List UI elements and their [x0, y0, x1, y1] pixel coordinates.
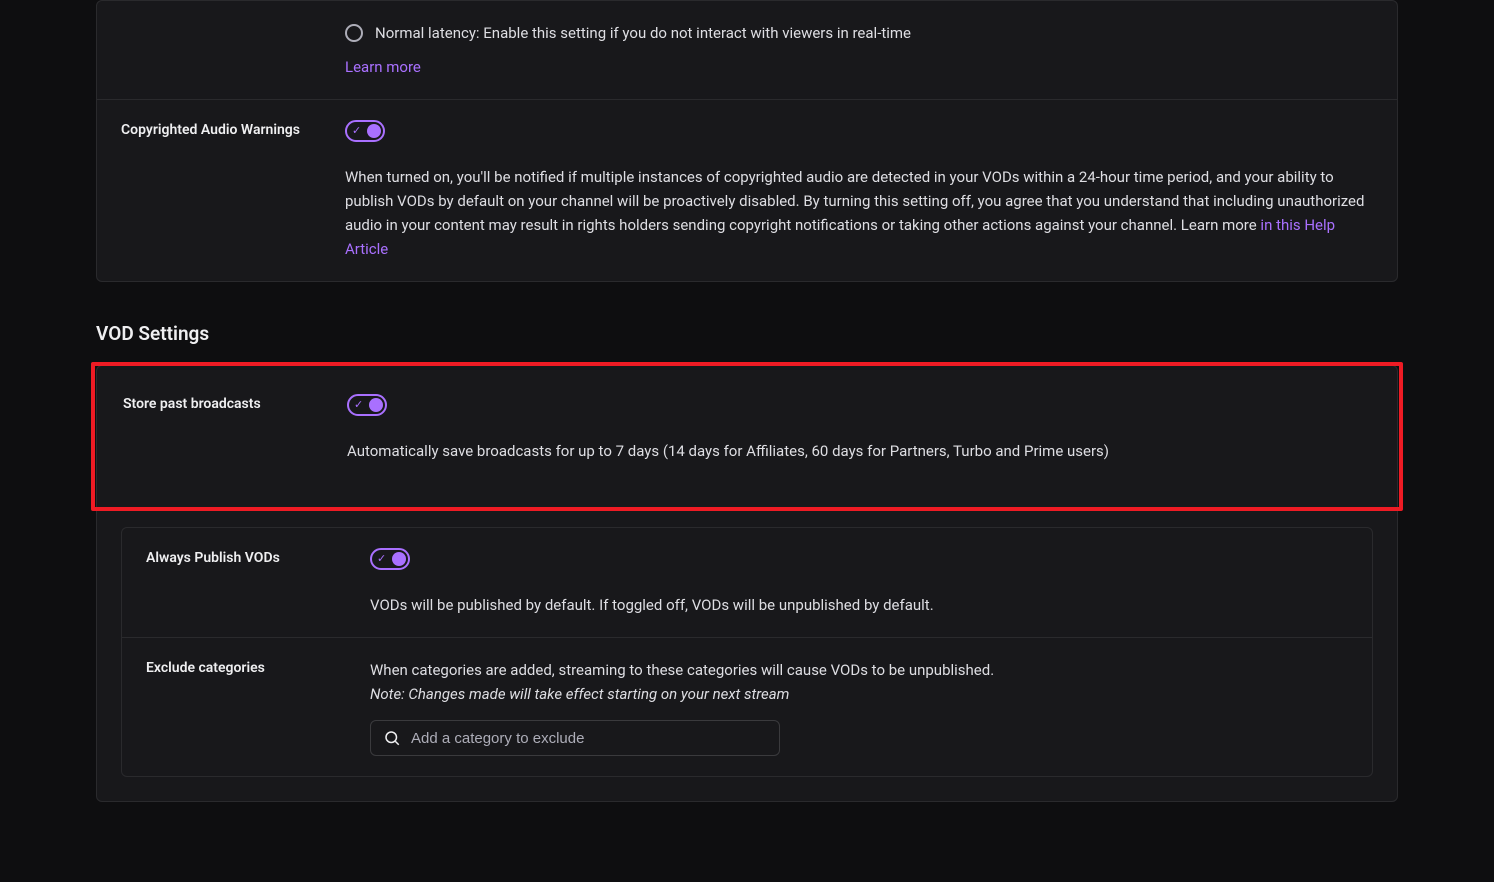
vod-settings-panel: Store past broadcasts ✓ Automatically sa…	[96, 365, 1398, 802]
normal-latency-label: Normal latency: Enable this setting if y…	[375, 21, 911, 45]
exclude-categories-note: Note: Changes made will take effect star…	[370, 682, 1348, 706]
store-past-broadcasts-row: Store past broadcasts ✓ Automatically sa…	[95, 366, 1399, 507]
always-publish-title: Always Publish VODs	[146, 548, 346, 617]
store-past-broadcasts-toggle[interactable]: ✓	[347, 394, 387, 416]
check-icon: ✓	[352, 124, 361, 138]
vod-inner-panel: Always Publish VODs ✓ VODs will be publi…	[121, 527, 1373, 777]
stream-settings-panel: Normal latency: Enable this setting if y…	[96, 0, 1398, 282]
store-past-broadcasts-highlight: Store past broadcasts ✓ Automatically sa…	[91, 362, 1403, 511]
always-publish-toggle[interactable]: ✓	[370, 548, 410, 570]
radio-unchecked-icon	[345, 24, 363, 42]
store-past-broadcasts-description: Automatically save broadcasts for up to …	[347, 439, 1371, 463]
vod-settings-heading: VOD Settings	[96, 322, 1398, 345]
latency-content: Normal latency: Enable this setting if y…	[345, 21, 1373, 79]
learn-more-link[interactable]: Learn more	[345, 58, 421, 76]
always-publish-content: ✓ VODs will be published by default. If …	[370, 548, 1348, 617]
copyright-audio-title: Copyrighted Audio Warnings	[121, 120, 321, 261]
copyright-audio-toggle[interactable]: ✓	[345, 120, 385, 142]
copyright-audio-row: Copyrighted Audio Warnings ✓ When turned…	[97, 100, 1397, 281]
latency-label-spacer	[121, 21, 321, 79]
check-icon: ✓	[377, 552, 386, 566]
store-past-broadcasts-title: Store past broadcasts	[123, 394, 323, 463]
exclude-category-input-wrap[interactable]	[370, 720, 780, 756]
exclude-category-input[interactable]	[411, 730, 767, 747]
latency-row: Normal latency: Enable this setting if y…	[97, 1, 1397, 100]
exclude-categories-description: When categories are added, streaming to …	[370, 658, 1348, 682]
exclude-categories-title: Exclude categories	[146, 658, 346, 756]
search-icon	[383, 729, 401, 747]
always-publish-description: VODs will be published by default. If to…	[370, 593, 1348, 617]
copyright-audio-description: When turned on, you'll be notified if mu…	[345, 165, 1373, 261]
exclude-categories-content: When categories are added, streaming to …	[370, 658, 1348, 756]
normal-latency-option[interactable]: Normal latency: Enable this setting if y…	[345, 21, 1373, 45]
copyright-audio-content: ✓ When turned on, you'll be notified if …	[345, 120, 1373, 261]
check-icon: ✓	[354, 398, 363, 412]
always-publish-row: Always Publish VODs ✓ VODs will be publi…	[122, 528, 1372, 638]
store-past-broadcasts-content: ✓ Automatically save broadcasts for up t…	[347, 394, 1371, 463]
exclude-categories-row: Exclude categories When categories are a…	[122, 638, 1372, 776]
